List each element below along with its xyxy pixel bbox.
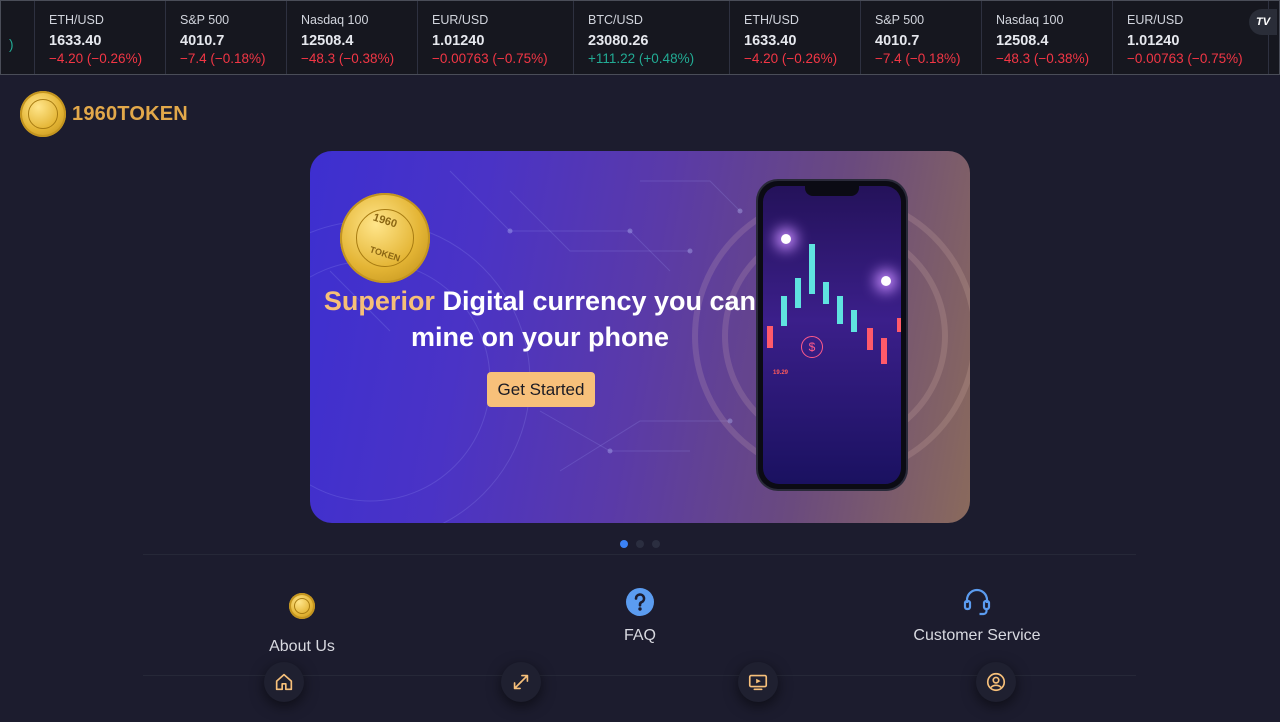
ticker-symbol: S&P 500 (180, 13, 230, 27)
faq-label: FAQ (623, 627, 656, 644)
ticker-symbol: Nasdaq 100 (996, 13, 1064, 27)
phone-price-label: 19.29 (773, 370, 789, 376)
ticker-item[interactable]: S&P 500 4010.7 −7.4 (−0.18%) (166, 1, 287, 74)
ticker-price: 12508.4 (996, 33, 1049, 49)
ticker-item[interactable]: BTC/USD 23080.26 +111.22 (+0.48%) (574, 1, 730, 74)
carousel-dot[interactable] (620, 540, 628, 548)
ticker-price: 4010.7 (180, 33, 225, 49)
ticker-item[interactable]: ETH/USD 1633.40 −4.20 (−0.26%) (35, 1, 166, 74)
ticker-symbol: EUR/USD (432, 13, 489, 27)
ticker-item[interactable]: ETH/USD 1633.40 −4.20 (−0.26%) (730, 1, 861, 74)
ticker-change: −0.00763 (−0.75%) (432, 51, 548, 66)
ticker-symbol: BTC/USD (588, 13, 643, 27)
ticker-price: 1633.40 (744, 33, 797, 49)
carousel-dot[interactable] (652, 540, 660, 548)
ticker-change: ) (9, 37, 14, 52)
ticker-item[interactable]: Nasdaq 100 12508.4 −48.3 (−0.38%) (287, 1, 418, 74)
ticker-price (9, 19, 34, 35)
ticker-price: 1633.40 (49, 33, 102, 49)
ticker-symbol: ETH/USD (744, 13, 799, 27)
ticker-item[interactable]: EUR/USD 1.01240 −0.00763 (−0.75%) (1113, 1, 1269, 74)
hero-title: Superior Digital currency you can mine o… (310, 283, 770, 355)
get-started-button[interactable]: Get Started (487, 372, 595, 407)
carousel-dots (620, 540, 660, 548)
nav-exchange-button[interactable] (501, 662, 541, 702)
ticker-bar: ) ETH/USD 1633.40 −4.20 (−0.26%) S&P 500… (0, 0, 1280, 75)
hero-title-accent: Superior (323, 286, 435, 316)
ticker-item[interactable]: EUR/USD 1.01240 −0.00763 (−0.75%) (418, 1, 574, 74)
ticker-change: −0.00763 (−0.75%) (1127, 51, 1243, 66)
customer-service-label: Customer Service (913, 627, 1041, 644)
nav-video-button[interactable] (738, 662, 778, 702)
question-circle-icon (626, 588, 654, 616)
ticker-price: 12508.4 (301, 33, 354, 49)
ticker-price: 23080.26 (588, 33, 649, 49)
ticker-item[interactable]: Nasdaq 100 12508.4 −48.3 (−0.38%) (982, 1, 1113, 74)
faq-link[interactable]: FAQ (600, 587, 680, 645)
ticker-price: 1.01240 (432, 33, 485, 49)
ticker-change: −7.4 (−0.18%) (875, 51, 961, 66)
about-us-link[interactable]: About Us (252, 593, 352, 656)
ticker-price: 4010.7 (875, 33, 920, 49)
home-icon (275, 673, 293, 691)
ticker-change: +111.22 (+0.48%) (588, 51, 695, 66)
ticker-change: −48.3 (−0.38%) (301, 51, 395, 66)
tv-play-icon (748, 674, 768, 691)
ticker-change: −48.3 (−0.38%) (996, 51, 1090, 66)
tradingview-logo-icon[interactable]: TV (1249, 9, 1277, 35)
ticker-symbol: EUR/USD (1127, 13, 1184, 27)
ticker-change: −7.4 (−0.18%) (180, 51, 266, 66)
ticker-change: −4.20 (−0.26%) (744, 51, 838, 66)
about-us-label: About Us (269, 638, 335, 655)
user-circle-icon (986, 672, 1006, 692)
hero-banner[interactable]: 1960 TOKEN Superior Digital currency you… (310, 151, 970, 523)
ticker-symbol: S&P 500 (875, 13, 925, 27)
headset-icon (963, 588, 991, 616)
carousel-dot[interactable] (636, 540, 644, 548)
hero-title-rest: Digital currency you can mine on your ph… (410, 286, 757, 352)
ticker-symbol: ETH/USD (49, 13, 104, 27)
ticker-track: ) ETH/USD 1633.40 −4.20 (−0.26%) S&P 500… (1, 1, 1279, 74)
nav-home-button[interactable] (264, 662, 304, 702)
divider (143, 554, 1136, 555)
ticker-item[interactable]: S&P 500 4010.7 −7.4 (−0.18%) (861, 1, 982, 74)
phone-illustration: $ 19.29 (758, 181, 906, 489)
coin-logo-icon (20, 91, 66, 137)
coin-logo-icon (289, 593, 315, 619)
ticker-item[interactable]: ) (1, 1, 35, 74)
ticker-change: −4.20 (−0.26%) (49, 51, 143, 66)
ticker-price: 1.01240 (1127, 33, 1180, 49)
phone-screen: $ 19.29 (763, 186, 901, 484)
hero-coin-icon: 1960 TOKEN (340, 193, 430, 283)
brand-logo[interactable]: 1960TOKEN (20, 91, 188, 137)
dollar-icon: $ (801, 336, 823, 358)
nav-profile-button[interactable] (976, 662, 1016, 702)
customer-service-link[interactable]: Customer Service (900, 587, 1054, 645)
ticker-symbol: Nasdaq 100 (301, 13, 369, 27)
brand-name: 1960TOKEN (72, 102, 188, 125)
swap-arrows-icon (513, 674, 529, 690)
